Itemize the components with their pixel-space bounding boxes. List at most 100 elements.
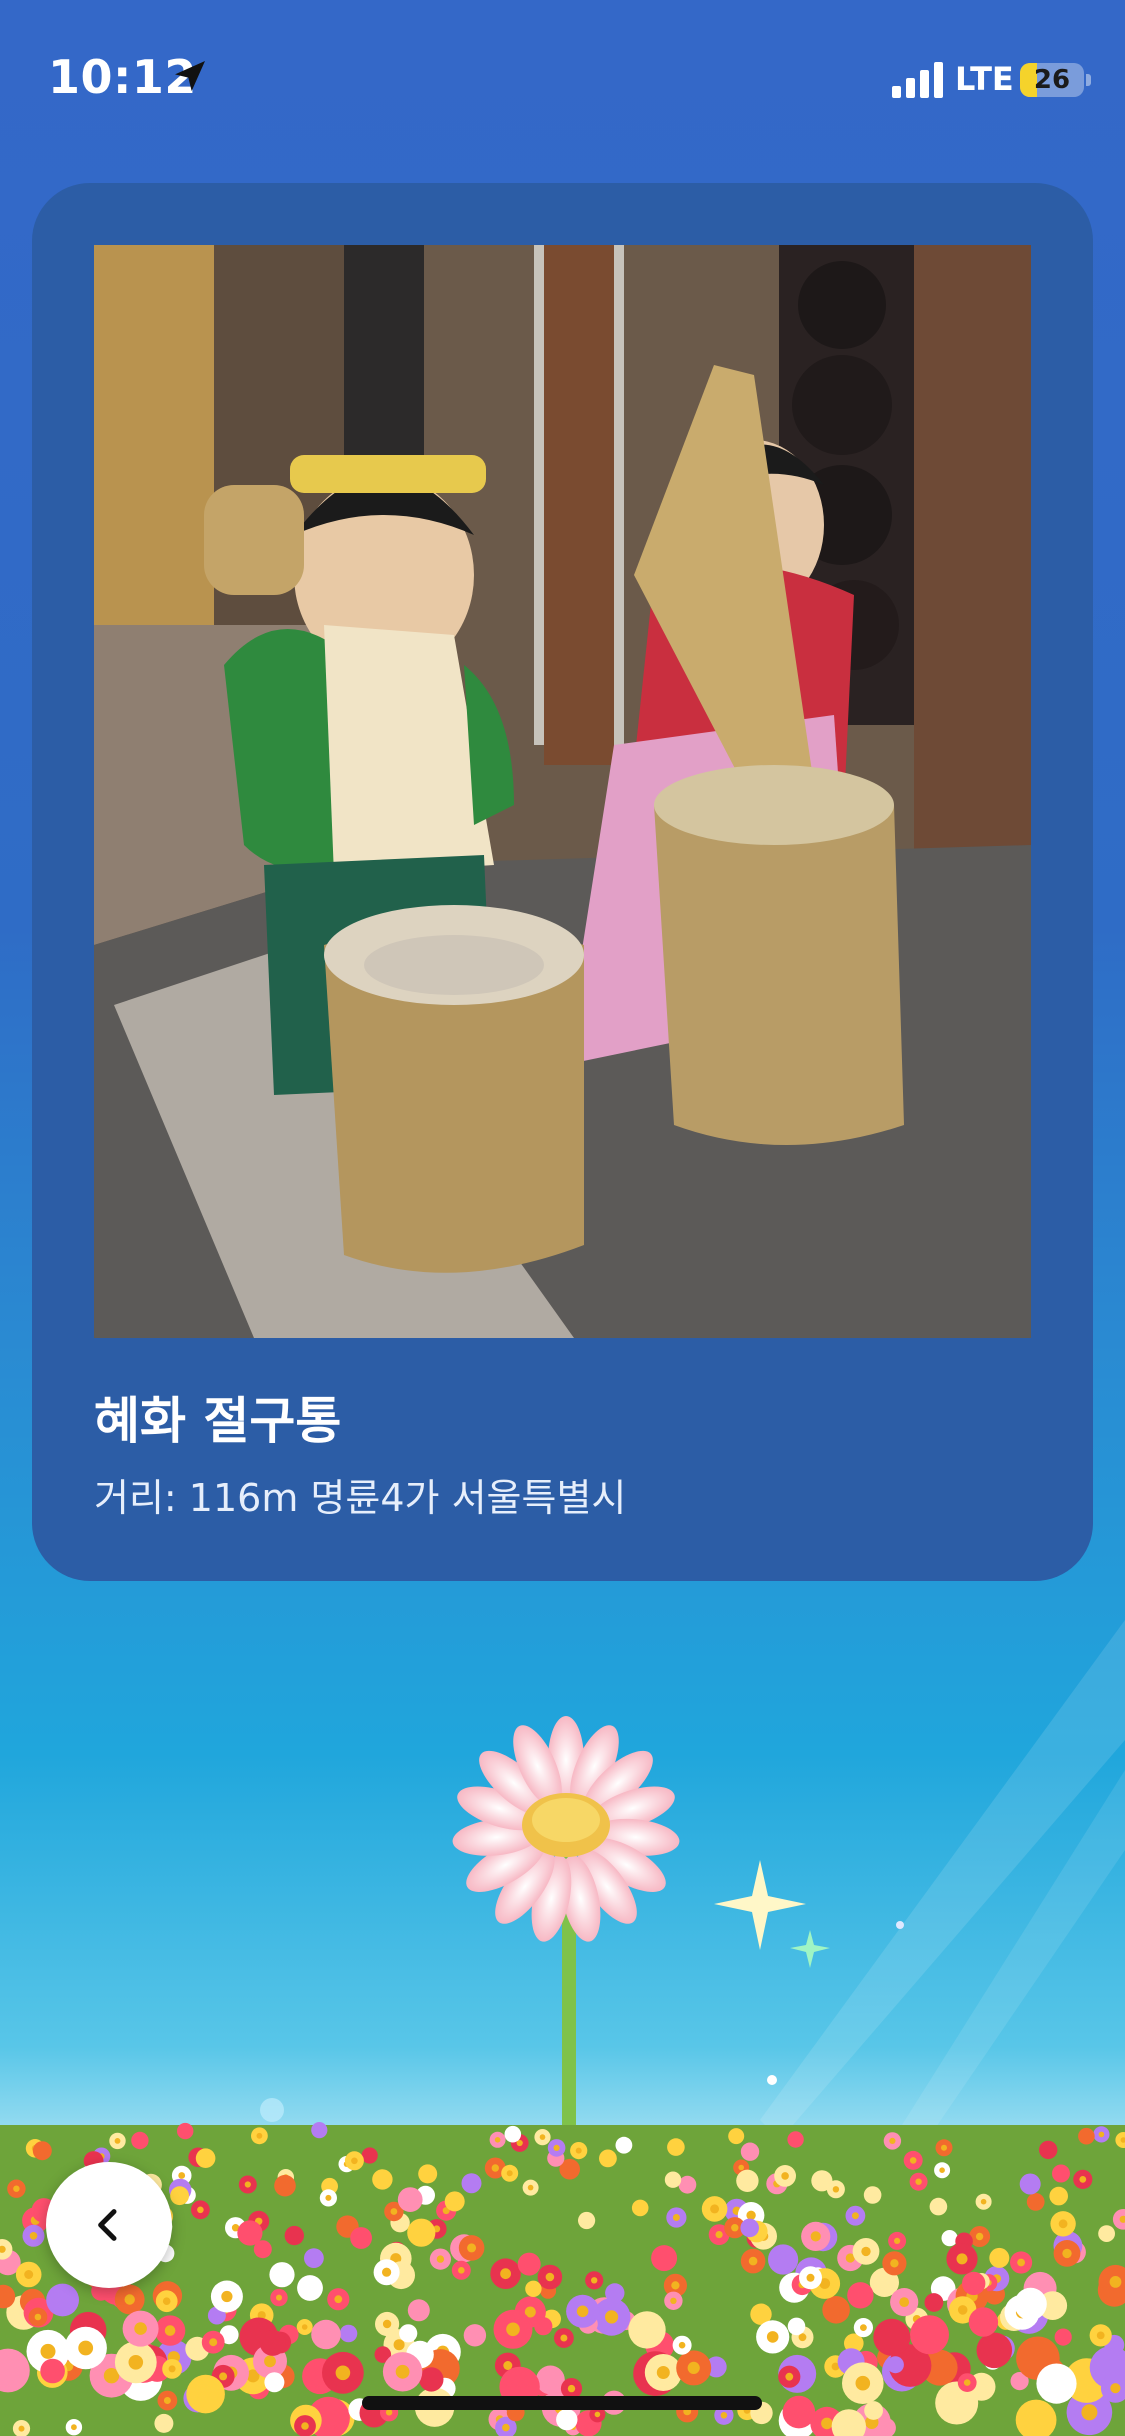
field-flower	[1014, 2287, 1047, 2321]
field-flower-center	[821, 2417, 833, 2430]
field-flower-center	[861, 2246, 871, 2257]
field-flower	[407, 2299, 430, 2322]
field-flower-center	[494, 2137, 501, 2143]
field-flower	[372, 2169, 393, 2190]
field-flower-center	[385, 2409, 393, 2416]
field-flower	[399, 2324, 418, 2343]
place-card[interactable]: 혜화 절구통 거리: 116m 명륜4가 서울특별시	[32, 183, 1093, 1581]
field-flower	[556, 2408, 578, 2431]
field-flower	[968, 2307, 999, 2337]
place-distance-address: 거리: 116m 명륜4가 서울특별시	[94, 1476, 627, 1520]
field-flower-center	[13, 2185, 20, 2192]
field-flower	[397, 2187, 423, 2212]
battery-cap	[1086, 74, 1091, 86]
field-flower-center	[221, 2290, 233, 2303]
field-flower	[1039, 2140, 1058, 2160]
field-flower	[40, 2358, 65, 2384]
field-flower	[46, 2283, 79, 2317]
field-flower	[419, 2367, 444, 2392]
field-flower	[651, 2245, 678, 2272]
field-flower-center	[40, 2343, 56, 2359]
field-flower	[536, 2365, 565, 2395]
place-photo[interactable]	[94, 245, 1031, 1338]
field-flower	[444, 2191, 465, 2212]
field-flower	[311, 2122, 328, 2139]
field-flower-center	[163, 2397, 171, 2404]
field-flower-center	[670, 2297, 677, 2304]
field-flower	[463, 2324, 487, 2347]
field-flower-center	[748, 2256, 758, 2266]
field-flower	[311, 2319, 341, 2350]
location-arrow-icon	[175, 61, 205, 91]
field-flower	[976, 2332, 1013, 2369]
field-flower	[504, 2125, 522, 2143]
field-flower	[264, 2372, 285, 2393]
cellular-signal-icon	[892, 62, 943, 98]
field-flower	[910, 2315, 949, 2355]
field-flower	[740, 2218, 759, 2238]
battery-level: 26	[1033, 65, 1071, 95]
field-flower-center	[909, 2157, 917, 2164]
field-flower-center	[1017, 2258, 1025, 2267]
field-flower	[517, 2252, 541, 2276]
field-flower-center	[436, 2255, 445, 2263]
field-flower-center	[124, 2294, 135, 2305]
field-flower-center	[567, 2384, 576, 2393]
field-flower	[1078, 2127, 1095, 2145]
field-flower-center	[276, 2294, 282, 2301]
field-flower-center	[715, 2231, 723, 2239]
field-flower-center	[29, 2232, 38, 2240]
field-flower-center	[810, 2231, 821, 2242]
field-flower	[418, 2164, 438, 2184]
field-flower-center	[71, 2424, 77, 2431]
field-flower-center	[672, 2214, 680, 2221]
field-flower-center	[899, 2297, 910, 2307]
battery-icon: 26	[1020, 63, 1084, 97]
home-indicator[interactable]	[362, 2396, 762, 2410]
field-flower	[886, 2356, 904, 2374]
field-flower-center	[325, 2194, 332, 2201]
field-flower	[667, 2138, 685, 2156]
field-flower-center	[560, 2334, 568, 2342]
field-flower-center	[128, 2355, 144, 2370]
field-flower	[259, 2329, 286, 2356]
field-flower-center	[197, 2206, 204, 2214]
field-flower-center	[301, 2422, 309, 2430]
field-flower	[664, 2171, 682, 2188]
field-flower	[284, 2225, 304, 2246]
field-flower-center	[731, 2224, 739, 2232]
field-flower-center	[957, 2305, 968, 2315]
field-flower	[269, 2262, 295, 2288]
field-flower-center	[889, 2137, 896, 2144]
field-flower	[768, 2244, 799, 2275]
field-flower-center	[963, 2379, 971, 2386]
field-flower-center	[539, 2134, 546, 2140]
field-flower	[736, 2169, 759, 2192]
field-flower-center	[506, 2322, 520, 2337]
field-flower	[154, 2413, 174, 2433]
field-flower-center	[576, 2305, 589, 2318]
field-flower-center	[939, 2167, 945, 2173]
field-flower-center	[393, 2339, 405, 2351]
field-flower-center	[720, 2412, 728, 2419]
field-flower-center	[256, 2132, 263, 2139]
field-flower-center	[855, 2375, 871, 2391]
field-flower	[811, 2170, 833, 2192]
field-flower-center	[395, 2364, 410, 2379]
field-flower-center	[382, 2319, 392, 2329]
field-flower-center	[781, 2172, 789, 2180]
field-flower	[1036, 2363, 1077, 2404]
field-flower	[678, 2175, 697, 2194]
field-flower	[929, 2197, 948, 2216]
field-flower	[787, 2317, 806, 2336]
field-flower	[461, 2173, 482, 2194]
field-flower-center	[335, 2365, 351, 2381]
field-flower-center	[219, 2372, 228, 2381]
field-flower	[941, 2230, 958, 2247]
back-button[interactable]	[46, 2162, 172, 2288]
field-flower	[361, 2147, 378, 2164]
field-flower-center	[851, 2212, 859, 2220]
field-flower-center	[162, 2297, 171, 2305]
field-flower	[864, 2401, 883, 2420]
field-flower-center	[915, 2178, 922, 2185]
